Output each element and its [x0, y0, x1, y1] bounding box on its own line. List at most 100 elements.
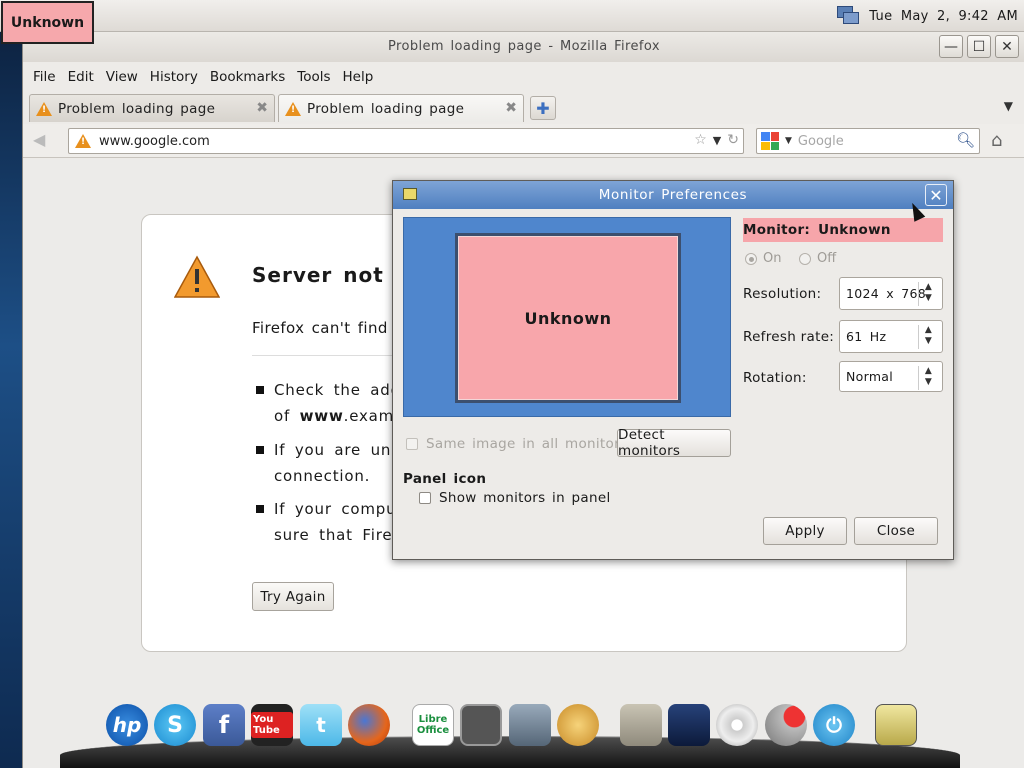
tab-bar: ! Problem loading page ✖ ! Problem loadi… — [23, 92, 1024, 122]
terminal-icon[interactable] — [460, 704, 502, 746]
up-down-chevron-icon: ▲ ▼ — [918, 325, 938, 349]
menu-edit[interactable]: Edit — [68, 64, 102, 90]
clock-area: Tue May 2, 9:42 AM — [835, 6, 1018, 26]
same-image-checkbox[interactable]: Same image in all monitors — [406, 436, 627, 452]
panel-icon-heading: Panel icon — [403, 471, 487, 487]
menu-help[interactable]: Help — [343, 64, 382, 90]
apply-button[interactable]: Apply — [763, 517, 847, 545]
clock[interactable]: Tue May 2, 9:42 AM — [869, 9, 1018, 24]
search-bar[interactable]: ▼ Google 🔍︎ — [756, 128, 980, 154]
volume-muted-icon[interactable] — [765, 704, 807, 746]
twitter-icon[interactable]: t — [300, 704, 342, 746]
minimize-button[interactable]: — — [939, 35, 963, 58]
menu-tools[interactable]: Tools — [297, 64, 338, 90]
menu-file[interactable]: File — [33, 64, 64, 90]
menu-history[interactable]: History — [150, 64, 206, 90]
resolution-select[interactable]: 1024 x 768 ▲ ▼ — [839, 277, 943, 310]
window-title: Problem loading page - Mozilla Firefox — [388, 39, 660, 54]
list-item-line: sure that Firefo — [274, 526, 409, 544]
warning-icon — [174, 255, 220, 298]
refresh-rate-label: Refresh rate: — [743, 329, 835, 345]
dialog-titlebar[interactable]: Monitor Preferences ✕ — [393, 181, 953, 209]
files-icon[interactable] — [620, 704, 662, 746]
youtube-icon[interactable]: You Tube — [251, 704, 293, 746]
libreoffice-icon[interactable]: Libre Office — [412, 704, 454, 746]
menubar: File Edit View History Bookmarks Tools H… — [23, 64, 1024, 90]
tab-list-chevron-icon[interactable]: ▼ — [1004, 99, 1013, 113]
rotation-select[interactable]: Normal ▲ ▼ — [839, 361, 943, 392]
reload-icon[interactable]: ↻ — [727, 132, 739, 148]
radio-selected-icon — [745, 252, 757, 265]
monitor-screen[interactable]: Unknown — [455, 233, 681, 403]
top-panel: Tue May 2, 9:42 AM — [0, 0, 1024, 32]
dialog-title: Monitor Preferences — [598, 187, 748, 203]
checkbox-icon — [406, 438, 418, 450]
navigation-bar: ◀ ! www.google.com ☆ ▼ ↻ ▼ Google 🔍︎ ⌂ — [23, 124, 1024, 158]
url-bar-actions: ☆ ▼ ↻ — [694, 132, 739, 148]
dialog-close-button[interactable]: ✕ — [925, 184, 947, 206]
tab-label: Problem loading page — [307, 100, 465, 117]
detect-monitors-button[interactable]: Detect monitors — [617, 427, 731, 459]
home-icon[interactable]: ⌂ — [991, 130, 1002, 151]
text-prefix: of — [274, 407, 300, 425]
hp-icon-label: hp — [112, 713, 142, 737]
rotation-value: Normal — [846, 369, 894, 384]
chevron-down-icon[interactable]: ▼ — [713, 132, 721, 148]
network-icon[interactable] — [835, 6, 861, 26]
url-bar[interactable]: ! www.google.com ☆ ▼ ↻ — [68, 128, 744, 154]
refresh-rate-select[interactable]: 61 Hz ▲ ▼ — [839, 320, 943, 353]
monitor-name-label: Monitor: Unknown — [743, 218, 943, 242]
tab-1[interactable]: ! Problem loading page ✖ — [29, 94, 275, 122]
chevron-down-icon[interactable]: ▼ — [785, 136, 792, 146]
menu-bookmarks[interactable]: Bookmarks — [210, 64, 293, 90]
close-button[interactable]: Close — [854, 517, 938, 545]
list-item: If your compute sure that Firefo — [255, 496, 414, 548]
skype-icon[interactable]: S — [154, 704, 196, 746]
checkbox-icon — [419, 492, 431, 504]
youtube-icon-label: You Tube — [251, 712, 293, 738]
list-item-line: If your compute — [274, 500, 414, 518]
firefox-icon[interactable] — [348, 704, 390, 746]
close-window-button[interactable]: ✕ — [995, 35, 1019, 58]
up-down-chevron-icon: ▲ ▼ — [918, 366, 938, 390]
close-icon: ✕ — [1001, 38, 1013, 55]
radio-label: Off — [817, 251, 837, 266]
show-in-panel-checkbox[interactable]: Show monitors in panel — [419, 490, 611, 506]
facebook-icon[interactable]: f — [203, 704, 245, 746]
facebook-icon-label: f — [218, 711, 230, 739]
warning-icon: ! — [285, 101, 301, 116]
workspace-switcher-icon[interactable] — [668, 704, 710, 746]
disc-icon[interactable] — [716, 704, 758, 746]
tab-close-icon[interactable]: ✖ — [505, 100, 517, 116]
off-radio[interactable]: Off — [799, 251, 836, 266]
hp-icon[interactable]: hp — [106, 704, 148, 746]
list-item: If you are unab connection. — [256, 437, 412, 489]
resolution-value: 1024 x 768 — [846, 286, 927, 301]
radio-icon — [799, 252, 811, 265]
calculator-icon[interactable] — [509, 704, 551, 746]
refresh-rate-value: 61 Hz — [846, 329, 887, 344]
bookmark-star-icon[interactable]: ☆ — [694, 132, 707, 148]
back-arrow-icon[interactable]: ◀ — [33, 130, 45, 149]
monitor-layout-canvas[interactable]: Unknown — [403, 217, 731, 417]
monitor-preferences-icon[interactable] — [875, 704, 917, 746]
search-placeholder: Google — [797, 133, 844, 149]
try-again-button[interactable]: Try Again — [252, 582, 334, 611]
plus-icon: ✚ — [536, 98, 550, 118]
tab-2[interactable]: ! Problem loading page ✖ — [278, 94, 524, 122]
warning-icon: ! — [36, 101, 52, 116]
rotation-label: Rotation: — [743, 370, 807, 386]
tab-label: Problem loading page — [58, 100, 216, 117]
new-tab-button[interactable]: ✚ — [530, 96, 556, 120]
google-icon[interactable] — [761, 132, 779, 150]
maximize-button[interactable]: ☐ — [967, 35, 991, 58]
on-radio[interactable]: On — [745, 251, 781, 266]
libreoffice-icon-label: Libre Office — [416, 714, 450, 736]
checkbox-label: Same image in all monitors — [426, 436, 628, 452]
power-icon[interactable]: ⏻ — [813, 704, 855, 746]
menu-view[interactable]: View — [106, 64, 146, 90]
window-titlebar[interactable]: Problem loading page - Mozilla Firefox —… — [23, 32, 1024, 62]
paint-palette-icon[interactable] — [557, 704, 599, 746]
tab-close-icon[interactable]: ✖ — [256, 100, 268, 116]
magnifier-icon[interactable]: 🔍︎ — [956, 131, 975, 149]
